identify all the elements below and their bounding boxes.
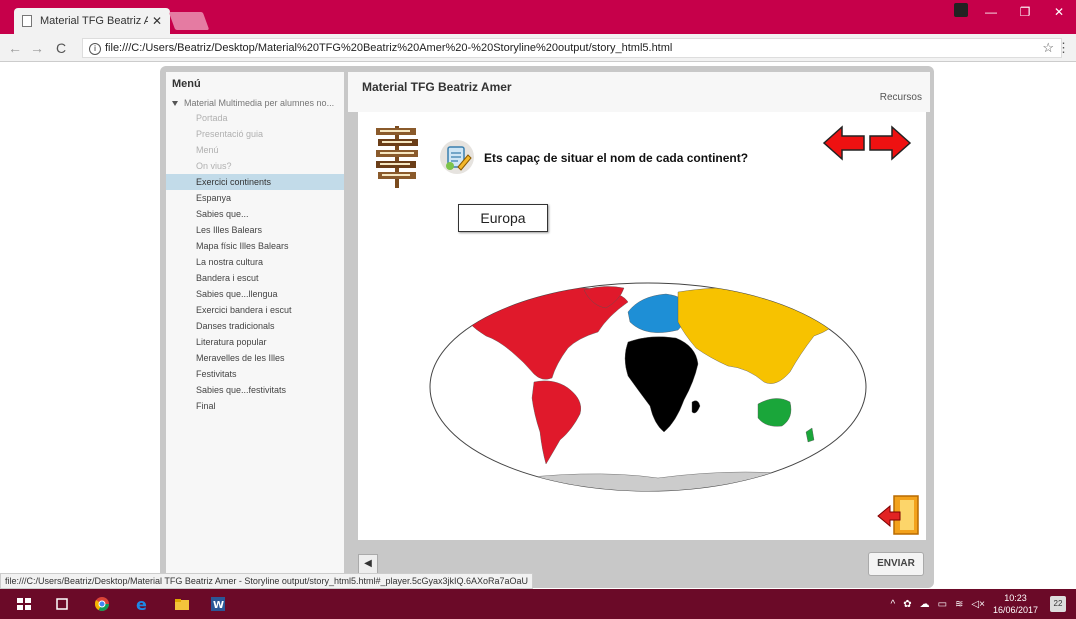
menu-item[interactable]: Menú [166,142,344,158]
question-text: Ets capaç de situar el nom de cada conti… [484,151,749,165]
menu-item[interactable]: La nostra cultura [166,254,344,270]
svg-text:e: e [136,596,147,612]
slide-canvas: Ets capaç de situar el nom de cada conti… [358,112,926,540]
notification-center-icon[interactable]: 22 [1050,596,1066,612]
wifi-icon[interactable]: ≋ [955,599,963,610]
volume-icon[interactable]: ◀ [358,554,378,574]
continent-drag-label[interactable]: Europa [458,204,548,232]
menu-item[interactable]: Final [166,398,344,414]
tray-app-icon[interactable]: ✿ [903,599,911,610]
player-topbar: Material TFG Beatriz Amer Recursos [348,72,930,112]
menu-item[interactable]: Sabies que...festivitats [166,382,344,398]
close-window-icon[interactable]: ✕ [1042,0,1076,24]
menu-list: Portada Presentació guia Menú On vius? Exerc… [166,110,344,414]
resources-link[interactable]: Recursos [880,92,922,103]
svg-text:W: W [213,600,224,611]
menu-item[interactable]: Mapa físic Illes Balears [166,238,344,254]
menu-item[interactable]: Sabies que...llengua [166,286,344,302]
forward-icon[interactable]: → [30,40,44,56]
caret-down-icon [172,101,178,106]
menu-item[interactable]: Presentació guia [166,126,344,142]
more-menu-icon[interactable]: ⋮ [1057,40,1070,56]
reload-icon[interactable]: C [56,40,66,56]
tab-close-icon[interactable]: ✕ [152,14,162,28]
menu-item[interactable]: Bandera i escut [166,270,344,286]
minimize-icon[interactable]: — [974,0,1008,24]
menu-item[interactable]: Les Illes Balears [166,222,344,238]
back-icon[interactable]: ← [8,40,22,56]
file-explorer-icon[interactable] [174,596,190,612]
tab-title: Material TFG Beatriz Ame [40,15,148,27]
task-view-icon[interactable] [54,596,70,612]
info-icon[interactable]: i [89,43,101,55]
menu-title: Menú [172,78,201,90]
menu-item[interactable]: On vius? [166,158,344,174]
chrome-icon[interactable] [94,596,110,612]
address-bar: ← → C i file:///C:/Users/Beatriz/Desktop/… [0,34,1076,62]
quiz-icon [440,140,474,174]
continent-oceania[interactable] [757,398,792,427]
window-controls: — ❐ ✕ [974,0,1076,24]
navigation-arrows [822,125,912,161]
next-arrow-icon[interactable] [869,125,912,161]
menu-sidebar: Menú Material Multimedia per alumnes no.… [166,72,344,588]
menu-root-item[interactable]: Material Multimedia per alumnes no... [166,96,344,110]
menu-item[interactable]: Portada [166,110,344,126]
user-profile-icon[interactable] [954,3,968,17]
new-tab-button[interactable] [168,12,210,30]
edge-icon[interactable]: e [134,596,150,612]
network-icon[interactable]: ▭ [938,599,947,610]
browser-tab[interactable]: Material TFG Beatriz Ame ✕ [14,8,170,34]
clock-date: 16/06/2017 [992,605,1038,615]
bookmark-star-icon[interactable]: ☆ [1042,40,1054,56]
status-url: file:///C:/Users/Beatriz/Desktop/Materia… [0,573,534,589]
submit-button[interactable]: ENVIAR [868,552,924,576]
menu-item[interactable]: Espanya [166,190,344,206]
menu-item[interactable]: Sabies que... [166,206,344,222]
windows-start-icon[interactable] [16,596,32,612]
onedrive-icon[interactable]: ☁ [920,599,930,610]
menu-item[interactable]: Exercici continents [166,174,344,190]
menu-item[interactable]: Literatura popular [166,334,344,350]
page-icon [22,15,32,27]
word-icon[interactable]: W [210,596,226,612]
menu-item[interactable]: Danses tradicionals [166,318,344,334]
menu-root-label: Material Multimedia per alumnes no... [184,98,335,108]
menu-item[interactable]: Festivitats [166,366,344,382]
exit-door-icon[interactable] [876,494,922,536]
tray-chevron-icon[interactable]: ^ [890,599,895,610]
speaker-icon[interactable]: ◁× [971,599,985,610]
url-input[interactable]: i file:///C:/Users/Beatriz/Desktop/Materi… [82,38,1062,58]
menu-item[interactable]: Exercici bandera i escut [166,302,344,318]
prev-arrow-icon[interactable] [822,125,865,161]
clock-time: 10:23 [1004,593,1027,603]
course-title: Material TFG Beatriz Amer [362,80,512,94]
url-text: file:///C:/Users/Beatriz/Desktop/Materia… [105,42,673,54]
signpost-icon[interactable] [374,122,420,188]
clock[interactable]: 10:23 16/06/2017 [993,592,1038,616]
system-tray: ^ ✿ ☁ ▭ ≋ ◁× 10:23 16/06/2017 22 [890,589,1066,619]
windows-taskbar: e W ^ ✿ ☁ ▭ ≋ ◁× 10:23 16/06/2017 22 [0,589,1076,619]
browser-titlebar: Material TFG Beatriz Ame ✕ — ❐ ✕ [0,0,1076,34]
menu-item[interactable]: Meravelles de les Illes [166,350,344,366]
restore-icon[interactable]: ❐ [1008,0,1042,24]
world-map[interactable] [428,282,868,496]
